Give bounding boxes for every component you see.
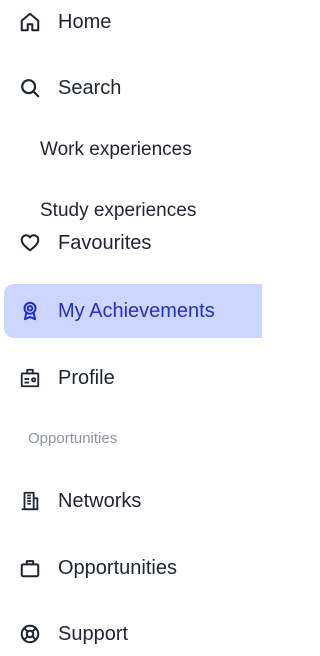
nav-item-support[interactable]: Support	[0, 612, 262, 656]
nav-item-favourites[interactable]: Favourites	[0, 221, 262, 265]
nav-item-label: Home	[58, 10, 112, 33]
search-sub-study-experiences[interactable]: Study experiences	[40, 200, 196, 221]
heart-icon	[18, 231, 42, 255]
nav-item-search[interactable]: Search	[0, 66, 262, 110]
nav-item-label: Profile	[58, 366, 115, 389]
award-icon	[18, 299, 42, 323]
lifebuoy-icon	[18, 622, 42, 646]
nav-item-label: Networks	[58, 489, 142, 512]
nav-item-my-achievements[interactable]: My Achievements	[4, 284, 262, 338]
nav-item-label: My Achievements	[58, 299, 215, 322]
sidebar-nav: Home Search Work experiences Study exper…	[0, 0, 262, 649]
search-sub-work-experiences[interactable]: Work experiences	[40, 139, 192, 161]
nav-item-label: Support	[58, 622, 129, 645]
nav-item-networks[interactable]: Networks	[0, 479, 262, 523]
nav-item-label: Search	[58, 76, 122, 99]
search-sub-clip: Study experiences	[0, 196, 262, 221]
nav-item-label: Favourites	[58, 231, 152, 254]
nav-item-label: Opportunities	[58, 556, 177, 579]
building-icon	[18, 489, 42, 513]
briefcase-icon	[18, 556, 42, 580]
search-icon	[18, 76, 42, 100]
home-icon	[18, 10, 42, 34]
nav-item-profile[interactable]: Profile	[0, 356, 262, 400]
section-label-opportunities: Opportunities	[28, 430, 118, 447]
id-card-icon	[18, 366, 42, 390]
nav-item-opportunities[interactable]: Opportunities	[0, 546, 262, 590]
nav-item-home[interactable]: Home	[0, 0, 262, 44]
